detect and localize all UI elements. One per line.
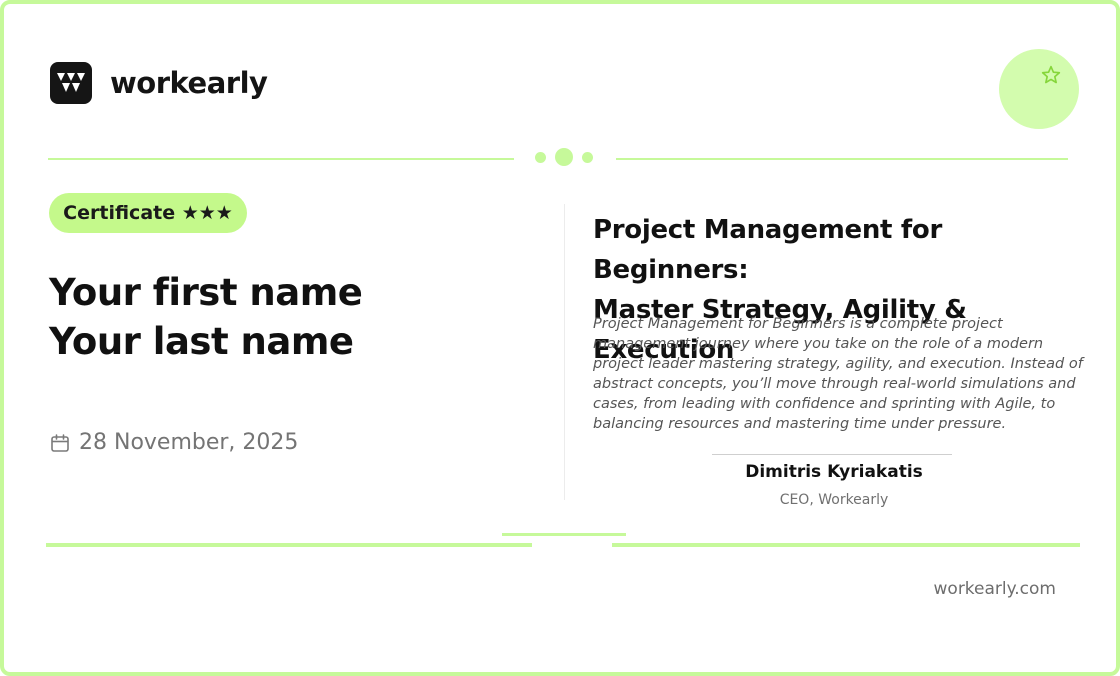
last-name: Your last name bbox=[49, 320, 354, 363]
badge-circle bbox=[999, 49, 1079, 129]
star-icon bbox=[1041, 65, 1061, 84]
brand-name: workearly bbox=[110, 66, 268, 100]
certificate-card: workearly Certificate ★★★ Your first nam… bbox=[0, 0, 1120, 676]
workearly-logo-icon bbox=[50, 62, 92, 104]
course-title-line-1: Project Management for Beginners: bbox=[593, 215, 943, 285]
signature-line bbox=[712, 454, 952, 455]
calendar-icon bbox=[51, 433, 69, 452]
course-description: Project Management for Beginners is a co… bbox=[593, 316, 1083, 432]
issue-date: 28 November, 2025 bbox=[50, 430, 298, 455]
certificate-badge: Certificate ★★★ bbox=[49, 193, 247, 233]
date-text: 28 November, 2025 bbox=[79, 430, 299, 455]
signatory-name: Dimitris Kyriakatis bbox=[745, 462, 923, 482]
first-name: Your first name bbox=[49, 271, 363, 314]
signatory-role: CEO, Workearly bbox=[779, 492, 889, 508]
column-divider bbox=[564, 204, 565, 500]
brand-logo: workearly bbox=[50, 62, 268, 104]
top-divider-left bbox=[48, 158, 514, 160]
divider-dots bbox=[535, 148, 595, 166]
bottom-divider-right bbox=[612, 543, 1080, 547]
website-link[interactable]: workearly.com bbox=[934, 579, 1056, 599]
bottom-accent-short bbox=[502, 533, 626, 536]
top-divider-right bbox=[616, 158, 1068, 160]
bottom-divider-left bbox=[46, 543, 532, 547]
